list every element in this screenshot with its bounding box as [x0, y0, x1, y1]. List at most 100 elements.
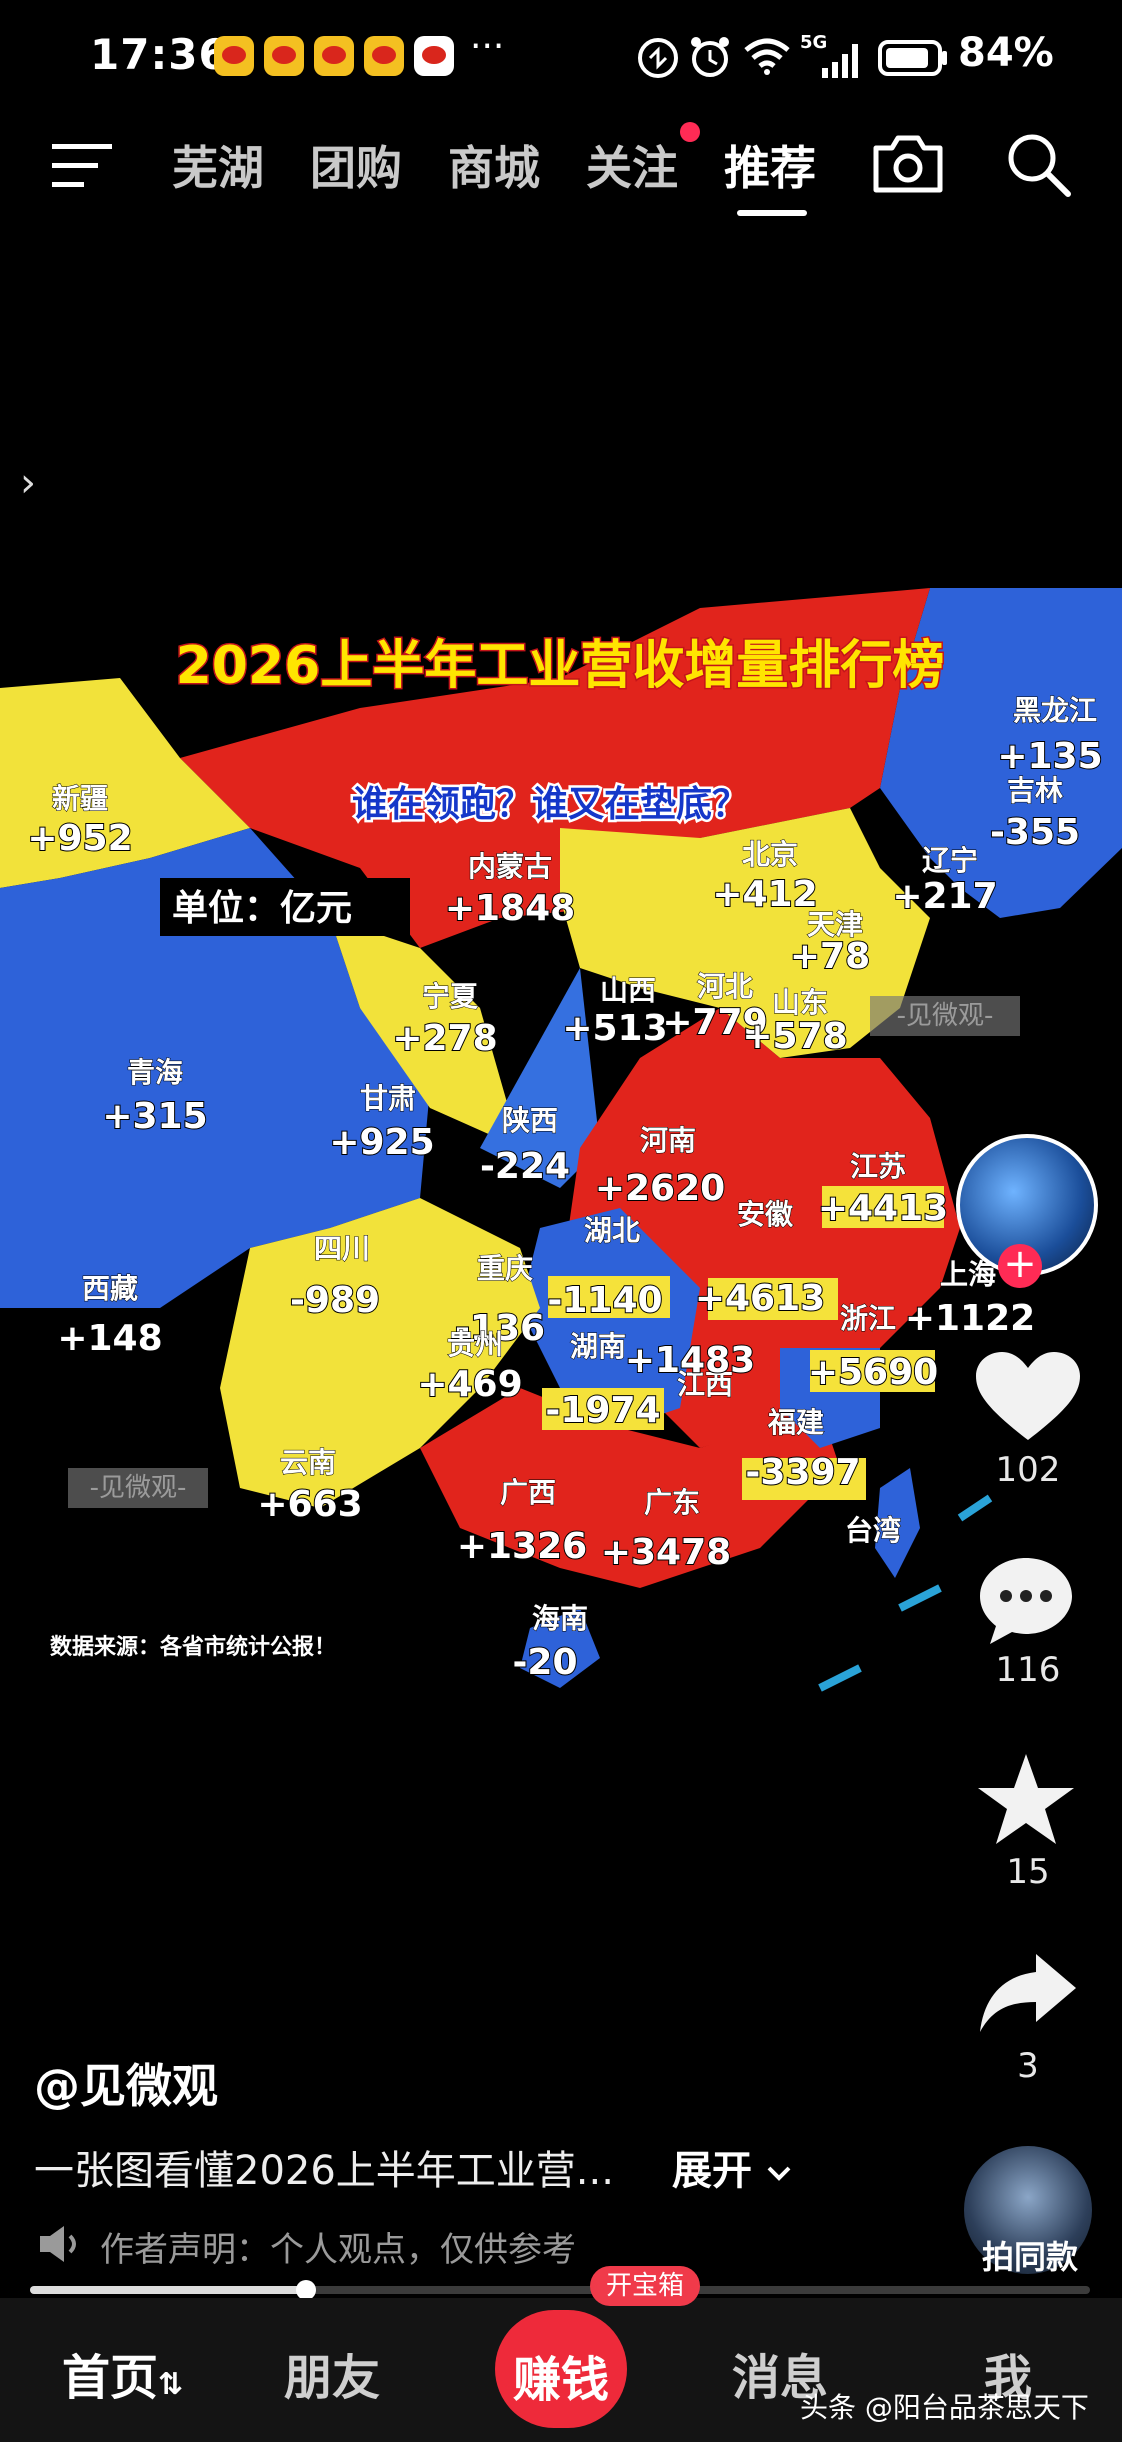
- more-notifications-icon: ···: [470, 26, 505, 67]
- province-name: 内蒙古: [468, 850, 552, 883]
- province-name: 海南: [532, 1602, 588, 1635]
- province-value: +1326: [457, 1526, 587, 1567]
- tab-mall[interactable]: 商城: [448, 132, 540, 198]
- province-value: -1140: [547, 1280, 662, 1321]
- province-value: -355: [990, 812, 1080, 853]
- weibo-app-icon: [364, 36, 404, 76]
- signal-icon: [822, 44, 858, 78]
- game-app-icon: [414, 36, 454, 76]
- province-name: 广东: [644, 1486, 700, 1519]
- treasure-chest-badge[interactable]: 开宝箱: [590, 2266, 700, 2306]
- video-progress-bar[interactable]: [30, 2280, 1090, 2300]
- province-name: 陕西: [502, 1104, 558, 1137]
- province-name: 浙江: [840, 1302, 896, 1335]
- province-name: 贵州: [447, 1328, 503, 1361]
- follow-notification-dot: [680, 122, 700, 142]
- share-icon[interactable]: [978, 1952, 1078, 2034]
- province-value: +2620: [595, 1168, 725, 1209]
- share-count: 3: [1017, 2046, 1039, 2086]
- earn-label: 赚钱: [512, 2352, 609, 2408]
- favorite-star-icon[interactable]: [976, 1752, 1076, 1848]
- province-name: 湖南: [570, 1330, 626, 1363]
- expand-label: 展开: [672, 2148, 752, 2194]
- map-watermark: -见微观-: [90, 1473, 187, 1503]
- progress-fill: [30, 2286, 306, 2294]
- province-value: +925: [329, 1122, 434, 1163]
- author-name[interactable]: @见微观: [34, 2050, 218, 2116]
- province-name: 宁夏: [422, 980, 479, 1013]
- province-value: +1122: [905, 1298, 1035, 1339]
- nfc-icon: [638, 38, 678, 78]
- province-name: 河北: [697, 970, 753, 1003]
- map-title: 2026上半年工业营收增量排行榜: [176, 636, 945, 696]
- tab-wuhu[interactable]: 芜湖: [172, 132, 264, 198]
- map-source: 数据来源：各省市统计公报！: [50, 1634, 336, 1660]
- camera-icon[interactable]: [870, 130, 946, 196]
- province-name: 山西: [600, 974, 656, 1007]
- nav-friends[interactable]: 朋友: [284, 2338, 380, 2408]
- expand-button[interactable]: 展开: [672, 2138, 792, 2196]
- video-description[interactable]: 一张图看懂2026上半年工业营...: [34, 2138, 614, 2196]
- status-time: 17:36: [90, 30, 229, 79]
- weibo-app-icon: [264, 36, 304, 76]
- province-value: +4613: [695, 1278, 825, 1319]
- province-name: 辽宁: [922, 844, 978, 877]
- side-expand-arrow[interactable]: ›: [20, 460, 36, 506]
- province-value: +5690: [808, 1352, 938, 1393]
- author-disclaimer: 作者声明：个人观点，仅供参考: [100, 2230, 576, 2270]
- menu-icon[interactable]: [50, 140, 114, 192]
- progress-handle[interactable]: [295, 2280, 316, 2300]
- province-value: +135: [997, 736, 1102, 777]
- chevron-down-icon: [767, 2166, 791, 2181]
- wifi-icon: [744, 38, 790, 75]
- province-value: +148: [57, 1318, 162, 1359]
- search-icon[interactable]: [1004, 130, 1074, 200]
- tab-group-buy[interactable]: 团购: [310, 132, 402, 198]
- china-map-infographic: 2026上半年工业营收增量排行榜 谁在领跑？谁又在垫底？ 单位：亿元 数据来源：…: [0, 588, 1122, 1692]
- swap-icon: ⇅: [158, 2367, 184, 2402]
- province-name: 重庆: [477, 1252, 533, 1285]
- province-name: 青海: [127, 1056, 183, 1089]
- tab-follow[interactable]: 关注: [586, 132, 678, 198]
- province-name: 云南: [280, 1446, 336, 1479]
- province-name: 吉林: [1007, 774, 1063, 807]
- province-value: +217: [892, 876, 997, 917]
- province-name: 四川: [314, 1232, 370, 1265]
- province-value: -1974: [545, 1390, 660, 1431]
- province-value: -3397: [745, 1452, 860, 1493]
- tab-recommend[interactable]: 推荐: [724, 132, 816, 198]
- province-name: 山东: [772, 986, 828, 1019]
- same-style-label[interactable]: 拍同款: [960, 2232, 1100, 2278]
- comment-count: 116: [995, 1650, 1061, 1690]
- province-value: +78: [790, 936, 870, 977]
- like-icon[interactable]: [976, 1352, 1080, 1444]
- province-value: +952: [27, 818, 132, 859]
- weibo-app-icon: [314, 36, 354, 76]
- map-watermark: -见微观-: [897, 1001, 994, 1031]
- speaker-icon: [40, 2226, 76, 2262]
- province-value: -20: [512, 1642, 577, 1683]
- province-value: +3478: [601, 1532, 731, 1573]
- province-name: 湖北: [584, 1214, 640, 1247]
- province-name: 台湾: [845, 1514, 901, 1547]
- province-name: 甘肃: [360, 1082, 416, 1115]
- active-tab-indicator: [737, 210, 807, 216]
- battery-percent: 84%: [958, 30, 1054, 76]
- platform-watermark: 头条 @阳台品茶思天下: [800, 2391, 1089, 2424]
- province-value: +4413: [818, 1188, 948, 1229]
- province-value: +578: [742, 1016, 847, 1057]
- province-value: +1848: [445, 888, 575, 929]
- province-value: -224: [480, 1146, 570, 1187]
- province-name: 黑龙江: [1013, 694, 1097, 727]
- earn-button[interactable]: 赚钱: [495, 2310, 627, 2428]
- province-name: 福建: [767, 1406, 824, 1439]
- province-value: +278: [392, 1018, 497, 1059]
- province-name: 江苏: [850, 1150, 906, 1183]
- province-name: 北京: [742, 838, 798, 871]
- nav-home[interactable]: 首页⇅: [62, 2338, 183, 2408]
- comment-icon[interactable]: [976, 1554, 1076, 1646]
- nav-home-label: 首页: [62, 2350, 159, 2406]
- like-count: 102: [995, 1450, 1061, 1490]
- follow-plus-button[interactable]: +: [998, 1244, 1042, 1288]
- map-unit: 单位：亿元: [172, 888, 352, 929]
